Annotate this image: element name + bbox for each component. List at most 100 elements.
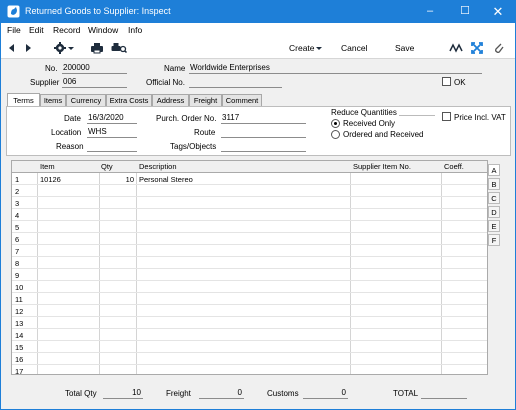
ok-label: OK: [454, 78, 466, 87]
table-row[interactable]: 13: [12, 317, 487, 329]
official-no-label: Official No.: [146, 78, 185, 87]
side-tab-d[interactable]: D: [488, 206, 500, 218]
row-number: 10: [15, 283, 24, 292]
minimize-button[interactable]: –: [413, 1, 447, 23]
app-icon: [7, 5, 20, 18]
row-number: 8: [15, 259, 20, 268]
total-qty-label: Total Qty: [65, 389, 97, 398]
table-row[interactable]: 11: [12, 293, 487, 305]
table-row[interactable]: 2: [12, 185, 487, 197]
table-row[interactable]: 8: [12, 257, 487, 269]
print-preview-icon[interactable]: [111, 41, 127, 55]
previous-record-icon[interactable]: [5, 41, 19, 55]
toolbar: Create Cancel Save: [1, 37, 515, 59]
row-number: 14: [15, 331, 24, 340]
tags-field[interactable]: [221, 141, 306, 152]
total-label: TOTAL: [393, 389, 419, 398]
table-row[interactable]: 10: [12, 281, 487, 293]
next-record-icon[interactable]: [21, 41, 35, 55]
route-field[interactable]: [221, 127, 306, 138]
date-field[interactable]: 16/3/2020: [87, 113, 137, 124]
table-row[interactable]: 17: [12, 365, 487, 375]
table-row[interactable]: 5: [12, 221, 487, 233]
received-only-radio[interactable]: [331, 119, 340, 128]
purch-order-field[interactable]: 3117: [221, 113, 306, 124]
col-qty-header[interactable]: Qty: [101, 162, 113, 171]
create-dropdown-icon[interactable]: [315, 41, 323, 55]
table-row[interactable]: 15: [12, 341, 487, 353]
freight-field: 0: [199, 388, 244, 399]
row-number: 2: [15, 187, 20, 196]
route-label: Route: [194, 128, 216, 137]
col-item-header[interactable]: Item: [40, 162, 55, 171]
maximize-button[interactable]: ☐: [448, 1, 482, 23]
total-field: [421, 388, 467, 399]
row-number: 15: [15, 343, 24, 352]
tab-terms[interactable]: Terms: [7, 93, 40, 107]
row-number: 1: [15, 175, 20, 184]
ordered-received-radio[interactable]: [331, 130, 340, 139]
menu-info[interactable]: Info: [128, 25, 142, 35]
supplier-field[interactable]: 006: [62, 77, 127, 88]
description-cell[interactable]: Personal Stereo: [139, 175, 193, 184]
chevron-down-icon[interactable]: [67, 41, 75, 55]
side-tab-e[interactable]: E: [488, 220, 500, 232]
purch-order-label: Purch. Order No.: [156, 114, 217, 123]
menu-window[interactable]: Window: [88, 25, 118, 35]
col-description-header[interactable]: Description: [139, 162, 177, 171]
menu-edit[interactable]: Edit: [29, 25, 44, 35]
cancel-button[interactable]: Cancel: [341, 41, 367, 55]
window: Returned Goods to Supplier: Inspect – ☐ …: [0, 0, 516, 410]
side-tab-f[interactable]: F: [488, 234, 500, 246]
activity-icon[interactable]: [449, 41, 463, 55]
col-coeff-header[interactable]: Coeff.: [444, 162, 464, 171]
table-row[interactable]: 6: [12, 233, 487, 245]
expand-icon[interactable]: [470, 41, 484, 55]
attachment-icon[interactable]: [492, 41, 506, 55]
reason-field[interactable]: [87, 141, 137, 152]
table-row[interactable]: 16: [12, 353, 487, 365]
price-incl-vat-checkbox[interactable]: [442, 112, 451, 121]
table-row[interactable]: 4: [12, 209, 487, 221]
print-icon[interactable]: [90, 41, 104, 55]
row-number: 6: [15, 235, 20, 244]
side-tab-a[interactable]: A: [488, 164, 500, 176]
table-row[interactable]: 1 10126 10 Personal Stereo: [12, 173, 487, 185]
tags-label: Tags/Objects: [170, 142, 217, 151]
table-row[interactable]: 9: [12, 269, 487, 281]
ok-checkbox[interactable]: [442, 77, 451, 86]
menu-record[interactable]: Record: [53, 25, 80, 35]
table-row[interactable]: 12: [12, 305, 487, 317]
row-number: 7: [15, 247, 20, 256]
close-button[interactable]: ✕: [481, 1, 515, 23]
row-number: 9: [15, 271, 20, 280]
no-label: No.: [45, 64, 58, 73]
table-row[interactable]: 3: [12, 197, 487, 209]
location-field[interactable]: WHS: [87, 127, 137, 138]
menu-bar: File Edit Record Window Info: [1, 23, 515, 37]
table-row[interactable]: 14: [12, 329, 487, 341]
gear-icon[interactable]: [53, 41, 67, 55]
date-label: Date: [64, 114, 81, 123]
price-incl-vat-label: Price Incl. VAT: [454, 113, 506, 122]
row-number: 12: [15, 307, 24, 316]
table-row[interactable]: 7: [12, 245, 487, 257]
qty-cell[interactable]: 10: [100, 175, 134, 184]
item-cell[interactable]: 10126: [40, 175, 61, 184]
col-supplier-item-header[interactable]: Supplier Item No.: [353, 162, 411, 171]
side-tab-b[interactable]: B: [488, 178, 500, 190]
ordered-received-label: Ordered and Received: [343, 130, 424, 139]
menu-file[interactable]: File: [7, 25, 21, 35]
row-number: 5: [15, 223, 20, 232]
side-tab-c[interactable]: C: [488, 192, 500, 204]
no-field[interactable]: 200000: [62, 63, 127, 74]
location-label: Location: [51, 128, 82, 137]
total-qty-field: 10: [103, 388, 143, 399]
name-field[interactable]: Worldwide Enterprises: [189, 63, 482, 74]
official-no-field[interactable]: [189, 77, 282, 88]
row-number: 3: [15, 199, 20, 208]
create-button[interactable]: Create: [289, 41, 315, 55]
row-number: 17: [15, 367, 24, 375]
save-button[interactable]: Save: [395, 41, 414, 55]
reduce-divider: [399, 115, 435, 116]
